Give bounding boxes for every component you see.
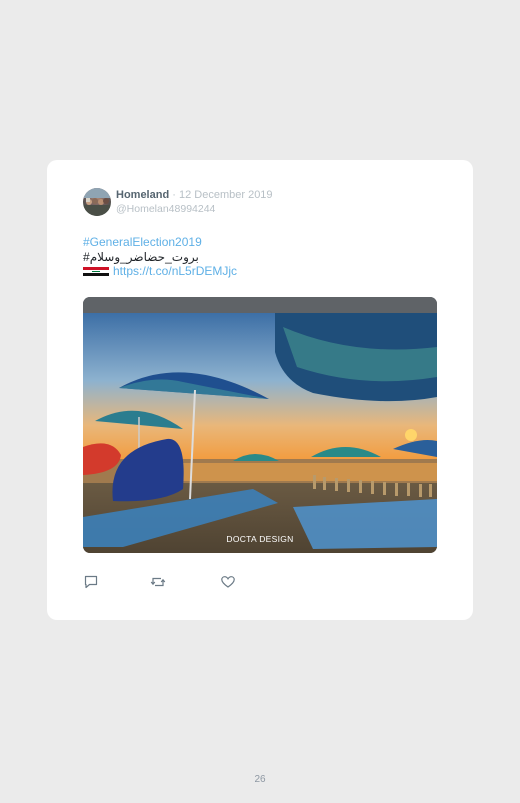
link-row: https://t.co/nL5rDEMJjc (83, 264, 237, 278)
image-watermark: DOCTA DESIGN (226, 534, 294, 544)
header-separator: · (172, 189, 176, 201)
retweet-icon[interactable] (150, 574, 166, 590)
beach-umbrellas-photo (83, 297, 437, 553)
author-handle[interactable]: @Homelan48994244 (116, 203, 215, 215)
tweet-link[interactable]: https://t.co/nL5rDEMJjc (113, 264, 237, 278)
tweet-date[interactable]: 12 December 2019 (179, 189, 273, 201)
tweet-image[interactable]: DOCTA DESIGN (83, 297, 437, 553)
comment-icon[interactable] (83, 574, 99, 590)
author-avatar[interactable] (83, 188, 111, 216)
hashtag-general-election[interactable]: #GeneralElection2019 (83, 235, 202, 249)
tweet-card: Homeland · 12 December 2019 @Homelan4899… (47, 160, 473, 620)
author-name[interactable]: Homeland (116, 189, 169, 201)
tweet-header: Homeland · 12 December 2019 (116, 189, 273, 202)
heart-icon[interactable] (220, 574, 236, 590)
iraq-flag-icon (83, 266, 109, 276)
page-number: 26 (254, 774, 266, 785)
hashtag-arabic[interactable]: #بروت_حضاضر_وسلام (83, 250, 199, 264)
